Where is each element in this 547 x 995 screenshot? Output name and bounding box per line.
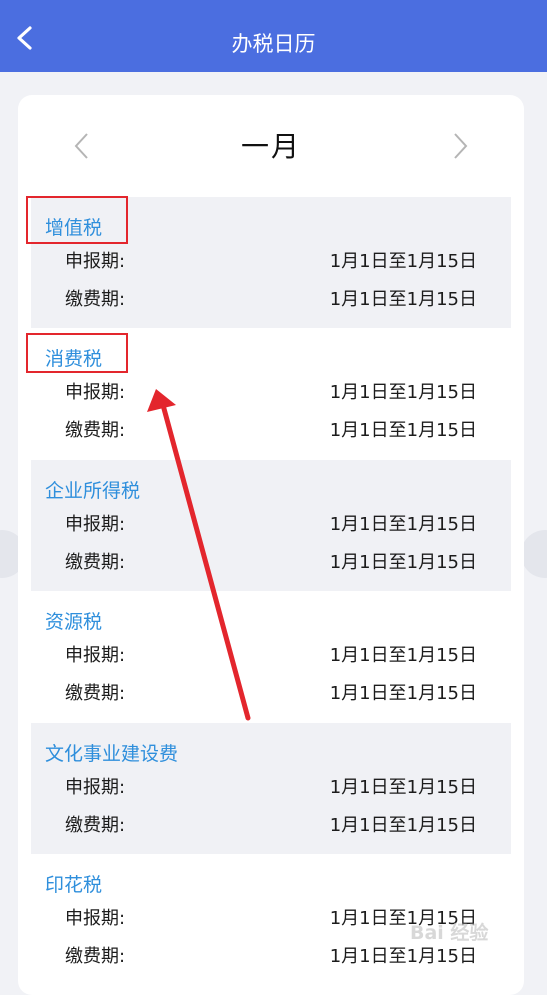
annotation-box-consumption: [26, 333, 128, 373]
tax-item-resource: 资源税 申报期: 1月1日至1月15日 缴费期: 1月1日至1月15日: [31, 591, 511, 722]
payment-period-value: 1月1日至1月15日: [329, 683, 477, 705]
payment-period-value: 1月1日至1月15日: [329, 551, 477, 573]
payment-label: 缴费期:: [65, 420, 126, 442]
chevron-right-icon: [454, 133, 468, 159]
filing-label: 申报期:: [65, 776, 126, 798]
filing-label: 申报期:: [65, 513, 126, 535]
navigation-bar: 办税日历: [0, 0, 547, 72]
payment-label: 缴费期:: [65, 289, 126, 310]
chevron-left-icon: [17, 26, 32, 50]
filing-period-value: 1月1日至1月15日: [329, 251, 477, 272]
tax-item-cultural-construction-fee: 文化事业建设费 申报期: 1月1日至1月15日 缴费期: 1月1日至1月15日: [31, 722, 511, 854]
right-edge-handle: [521, 530, 547, 578]
filing-period-value: 1月1日至1月15日: [329, 645, 477, 667]
payment-period-value: 1月1日至1月15日: [329, 814, 477, 836]
tax-name[interactable]: 资源税: [45, 607, 102, 634]
tax-name[interactable]: 企业所得税: [45, 476, 140, 503]
payment-label: 缴费期:: [65, 814, 126, 836]
tax-list: 增值税 申报期: 1月1日至1月15日 缴费期: 1月1日至1月15日 消费税 …: [31, 197, 511, 985]
back-button[interactable]: [10, 22, 42, 54]
watermark: Bai 经验: [410, 922, 489, 944]
filing-period-value: 1月1日至1月15日: [329, 776, 477, 798]
payment-period-value: 1月1日至1月15日: [329, 289, 477, 310]
filing-label: 申报期:: [65, 382, 126, 404]
month-header: 一月: [18, 95, 524, 197]
tax-name[interactable]: 文化事业建设费: [45, 739, 178, 766]
tax-name[interactable]: 印花税: [45, 870, 102, 897]
filing-period-value: 1月1日至1月15日: [329, 382, 477, 404]
filing-label: 申报期:: [65, 645, 126, 667]
filing-label: 申报期:: [65, 907, 126, 929]
payment-label: 缴费期:: [65, 683, 126, 705]
payment-label: 缴费期:: [65, 551, 126, 573]
payment-period-value: 1月1日至1月15日: [329, 945, 477, 967]
filing-period-value: 1月1日至1月15日: [329, 513, 477, 535]
filing-label: 申报期:: [65, 251, 126, 272]
page-title: 办税日历: [231, 32, 316, 56]
annotation-box-vat: [26, 196, 128, 244]
next-month-button[interactable]: [448, 131, 472, 161]
tax-item-corporate-income: 企业所得税 申报期: 1月1日至1月15日 缴费期: 1月1日至1月15日: [31, 459, 511, 592]
payment-label: 缴费期:: [65, 945, 126, 967]
payment-period-value: 1月1日至1月15日: [329, 420, 477, 442]
